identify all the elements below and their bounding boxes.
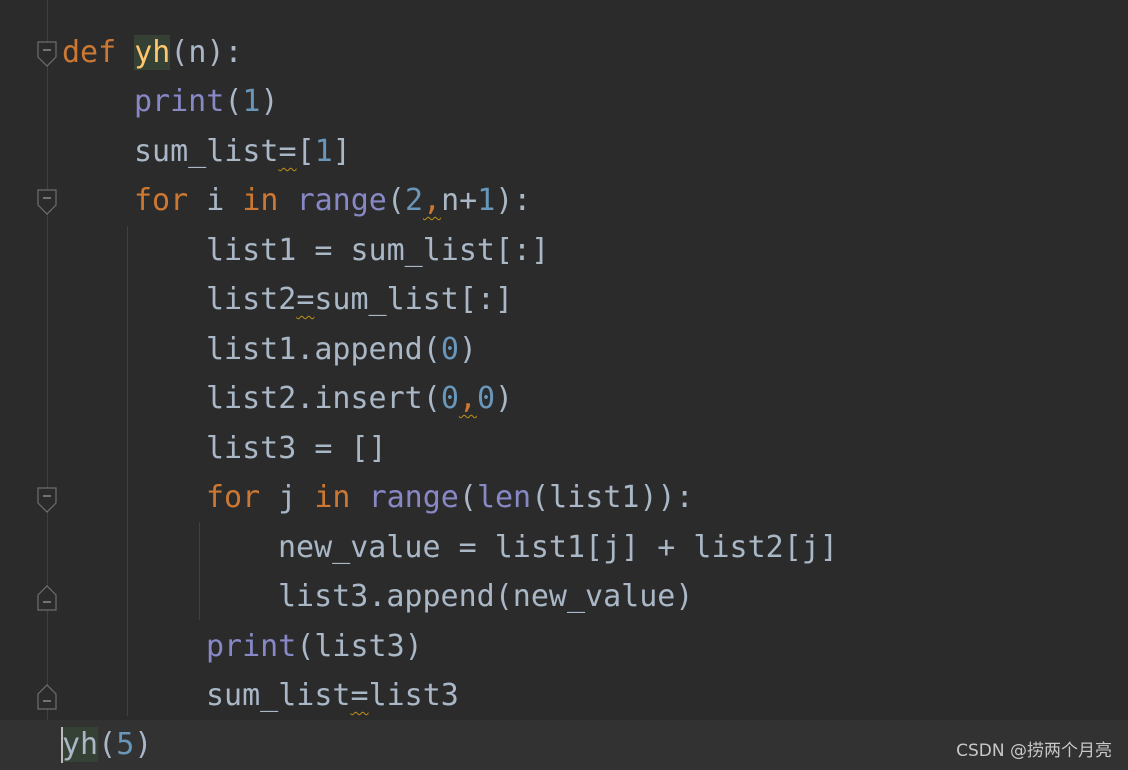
code-text: list2.insert(0,0) [206,374,513,423]
code-token: list2 [206,282,297,317]
code-token: list2.insert( [206,381,441,416]
code-text: list1 = sum_list[:] [206,226,549,275]
function-name-token: yh [134,35,171,70]
code-token: ): [495,183,532,218]
code-token: ) [134,727,153,762]
code-text: for i in range(2,n+1): [134,176,531,225]
number-token: 1 [314,134,333,169]
builtin-token: len [476,480,532,515]
number-token: 0 [476,381,495,416]
code-token: (list3) [296,629,423,664]
code-token: sum_list[:] [314,282,514,317]
builtin-token: print [134,84,225,119]
code-token: sum_list [134,134,279,169]
code-text: list1.append(0) [206,325,477,374]
watermark-text: CSDN @捞两个月亮 [956,741,1112,761]
code-text: list2=sum_list[:] [206,275,513,324]
code-line[interactable]: for i in range(2,n+1): [0,176,1128,225]
warning-token: , [423,183,442,218]
warning-token: = [296,282,315,317]
code-text: sum_list=list3 [206,671,459,720]
builtin-token: range [368,480,459,515]
function-call-token: yh [62,727,99,762]
number-token: 5 [116,727,135,762]
code-token: new_value = list1[j] + list2[j] [278,530,838,565]
number-token: 0 [440,381,459,416]
code-line[interactable]: sum_list=list3 [0,671,1128,720]
code-token: ) [495,381,514,416]
code-token: list1.append( [206,332,441,367]
code-token: n+ [441,183,478,218]
warning-token: = [350,678,369,713]
code-line[interactable]: def yh(n): [0,28,1128,77]
code-text: for j in range(len(list1)): [206,473,694,522]
code-token: i [188,183,243,218]
code-token: list3.append(new_value) [278,579,694,614]
code-token: ( [386,183,405,218]
keyword-token: def [62,35,117,70]
code-token: list3 [368,678,459,713]
code-line[interactable]: list3 = [] [0,424,1128,473]
code-text: new_value = list1[j] + list2[j] [278,523,838,572]
code-editor[interactable]: def yh(n): print(1) sum_list=[1] for i i… [0,0,1128,770]
code-text: def yh(n): [62,28,243,77]
code-line[interactable]: sum_list=[1] [0,127,1128,176]
code-token: (n): [170,35,243,70]
number-token: 0 [440,332,459,367]
keyword-token: for [134,183,189,218]
code-line[interactable]: list2.insert(0,0) [0,374,1128,423]
code-token: (list1)): [531,480,694,515]
code-token: ( [458,480,477,515]
code-token: ( [98,727,117,762]
code-text: print(1) [134,77,279,126]
builtin-token: range [296,183,387,218]
number-token: 1 [242,84,261,119]
code-token: ( [224,84,243,119]
code-text: list3 = [] [206,424,387,473]
code-token: ) [458,332,477,367]
code-text: list3.append(new_value) [278,572,693,621]
code-line[interactable]: print(1) [0,77,1128,126]
number-token: 2 [404,183,423,218]
code-line[interactable]: print(list3) [0,622,1128,671]
editor-bottom-edge [0,765,1128,770]
code-line[interactable]: list1 = sum_list[:] [0,226,1128,275]
code-token: list3 = [] [206,431,387,466]
keyword-token: in [242,183,279,218]
code-token: j [260,480,315,515]
code-line[interactable]: list3.append(new_value) [0,572,1128,621]
warning-token: , [458,381,477,416]
code-text: yh(5) [62,720,152,769]
code-token: ) [260,84,279,119]
code-token: list1 = sum_list[:] [206,233,550,268]
keyword-token: in [314,480,351,515]
code-token: sum_list [206,678,351,713]
text-caret [61,727,63,763]
code-line[interactable]: for j in range(len(list1)): [0,473,1128,522]
number-token: 1 [477,183,496,218]
code-token: ] [332,134,351,169]
code-line[interactable]: list2=sum_list[:] [0,275,1128,324]
code-token: [ [296,134,315,169]
code-line[interactable]: list1.append(0) [0,325,1128,374]
code-text: print(list3) [206,622,423,671]
code-text: sum_list=[1] [134,127,351,176]
warning-token: = [278,134,297,169]
keyword-token: for [206,480,261,515]
code-line[interactable]: new_value = list1[j] + list2[j] [0,523,1128,572]
builtin-token: print [206,629,297,664]
